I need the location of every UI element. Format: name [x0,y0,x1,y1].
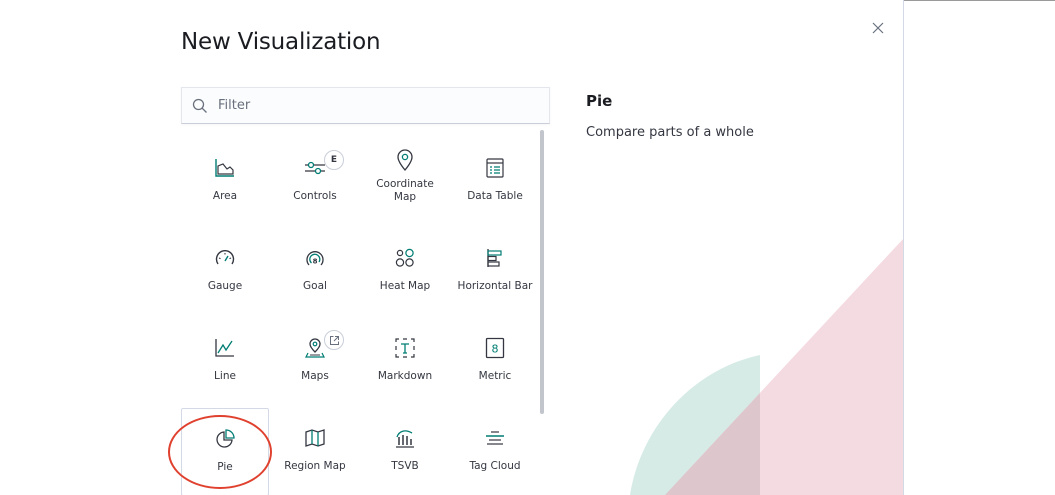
tile-coordinate-map[interactable]: Coordinate Map [361,138,449,226]
area-chart-icon [214,154,236,182]
annotation-circle [168,415,272,489]
goal-icon: 8 [305,244,325,272]
tile-horizontal-bar[interactable]: Horizontal Bar [451,228,539,316]
horizontal-bar-icon [486,244,504,272]
experimental-badge: E [324,150,344,170]
close-button[interactable] [868,18,888,38]
tile-label: Coordinate Map [376,178,434,203]
tile-heat-map[interactable]: Heat Map [361,228,449,316]
filter-input[interactable] [218,98,518,113]
tile-area[interactable]: Area [181,138,269,226]
tile-label: Region Map [284,460,346,472]
search-icon [192,98,207,113]
tile-label: Heat Map [379,280,431,292]
tile-label: Tag Cloud [469,460,521,472]
tile-tag-cloud[interactable]: Tag Cloud [451,408,539,495]
map-pin-icon [396,146,414,174]
line-chart-icon [214,334,236,362]
tile-label: Controls [293,190,337,202]
tile-label: Goal [303,280,327,292]
controls-icon [304,154,326,182]
tag-cloud-icon [484,424,506,452]
filter-search-box[interactable] [181,87,550,124]
table-icon [486,154,504,182]
tile-region-map[interactable]: Region Map [271,408,359,495]
tile-label: Metric [478,370,512,382]
tile-markdown[interactable]: Markdown [361,318,449,406]
tile-line[interactable]: Line [181,318,269,406]
tile-tsvb[interactable]: TSVB [361,408,449,495]
close-icon [872,22,884,34]
external-link-badge [324,330,344,350]
tsvb-icon [394,424,416,452]
tile-controls[interactable]: Controls E [271,138,359,226]
modal-title: New Visualization [181,29,381,55]
tile-maps[interactable]: Maps [271,318,359,406]
tile-label: Area [212,190,238,202]
detail-title: Pie [586,92,613,110]
tile-label: TSVB [391,460,419,472]
tile-label: Markdown [377,370,433,382]
tile-label: Gauge [207,280,243,292]
svg-text:8: 8 [492,343,499,356]
tile-gauge[interactable]: Gauge [181,228,269,316]
tile-data-table[interactable]: Data Table [451,138,539,226]
gauge-icon [214,244,236,272]
new-visualization-modal: New Visualization Area Controls E [0,0,904,495]
maps-icon [304,334,326,362]
grid-scrollbar[interactable] [540,130,544,414]
tile-goal[interactable]: 8 Goal [271,228,359,316]
markdown-icon [394,334,416,362]
tile-label: Data Table [467,190,523,202]
svg-text:8: 8 [313,258,318,266]
heatmap-icon [394,244,416,272]
tile-label: Horizontal Bar [457,280,533,292]
detail-description: Compare parts of a whole [586,125,754,140]
region-map-icon [305,424,325,452]
tile-metric[interactable]: 8 Metric [451,318,539,406]
external-link-icon [329,335,339,345]
tile-label: Line [214,370,236,382]
tile-label: Maps [301,370,329,382]
metric-icon: 8 [485,334,505,362]
